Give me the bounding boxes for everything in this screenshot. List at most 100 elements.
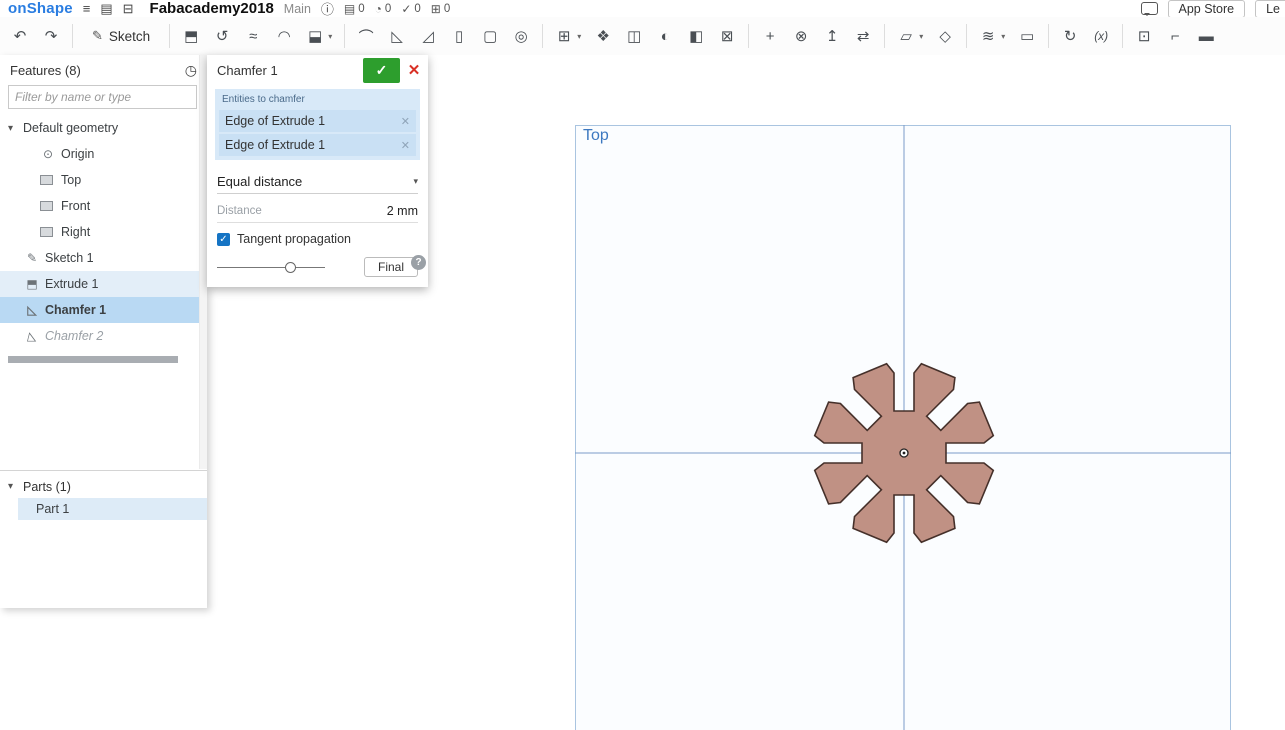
offset-surface-icon[interactable]: ▱ bbox=[892, 22, 920, 50]
tasks-count[interactable]: ✓ 0 bbox=[401, 2, 420, 16]
frame-icon[interactable]: ⊡ bbox=[1130, 22, 1158, 50]
chevron-down-icon[interactable]: ▾ bbox=[1001, 32, 1010, 41]
chevron-down-icon[interactable]: ▾ bbox=[577, 32, 586, 41]
sidebar-item-front-plane[interactable]: Front bbox=[0, 193, 207, 219]
sidebar-item-part1[interactable]: Part 1 bbox=[18, 498, 207, 520]
learning-center-button[interactable]: Le bbox=[1255, 0, 1285, 17]
boundary-surface-icon[interactable]: ◇ bbox=[931, 22, 959, 50]
draft-icon[interactable]: ◿ bbox=[414, 22, 442, 50]
documents-count[interactable]: ▤ 0 bbox=[344, 2, 365, 16]
final-button[interactable]: Final bbox=[363, 257, 418, 277]
mirror-icon[interactable]: ◫ bbox=[620, 22, 648, 50]
chamfer-icon[interactable]: ◺ bbox=[383, 22, 411, 50]
sidebar-item-origin[interactable]: ⊙ Origin bbox=[0, 141, 207, 167]
clock-icon: ◔ bbox=[374, 1, 382, 16]
tangent-label: Tangent propagation bbox=[237, 232, 351, 246]
remove-entity-icon[interactable]: ✕ bbox=[401, 139, 410, 152]
replace-face-icon[interactable]: ⇄ bbox=[849, 22, 877, 50]
tab-icon[interactable]: ⌐ bbox=[1161, 22, 1189, 50]
move-face-icon[interactable]: ↥ bbox=[818, 22, 846, 50]
tree-label: Origin bbox=[61, 147, 95, 161]
plane-icon bbox=[40, 175, 53, 185]
chevron-down-icon[interactable]: ▾ bbox=[328, 32, 337, 41]
variable-icon[interactable]: (x) bbox=[1087, 22, 1115, 50]
sidebar-item-chamfer2[interactable]: ◺ Chamfer 2 bbox=[0, 323, 207, 349]
chevron-down-icon[interactable]: ▾ bbox=[8, 123, 23, 134]
shell-icon[interactable]: ▢ bbox=[476, 22, 504, 50]
transform-icon[interactable]: + bbox=[756, 22, 784, 50]
sweep-icon[interactable]: ≈ bbox=[239, 22, 267, 50]
sidebar-item-top-plane[interactable]: Top bbox=[0, 167, 207, 193]
circular-pattern-icon[interactable]: ❖ bbox=[589, 22, 617, 50]
features-panel-header: Features (8) ◷ bbox=[0, 55, 207, 83]
chamfer-type-select[interactable]: Equal distance ▾ bbox=[217, 169, 418, 194]
help-icon[interactable]: ? bbox=[411, 255, 426, 270]
sidebar-item-default-geometry[interactable]: ▾ Default geometry bbox=[0, 115, 207, 141]
toolbar-separator bbox=[1048, 24, 1050, 48]
fillet-icon[interactable]: ⌒ bbox=[352, 22, 380, 50]
helix-icon[interactable]: ↻ bbox=[1056, 22, 1084, 50]
panel-scrollbar[interactable] bbox=[199, 55, 207, 469]
shares-count[interactable]: ⊞ 0 bbox=[431, 2, 450, 16]
app-store-button[interactable]: App Store bbox=[1167, 0, 1246, 17]
origin-icon: ⊙ bbox=[42, 147, 54, 161]
checkbox-checked-icon[interactable]: ✓ bbox=[217, 232, 230, 246]
entity-label: Edge of Extrude 1 bbox=[225, 114, 326, 128]
thicken-icon[interactable]: ⬓ bbox=[301, 22, 329, 50]
parts-title: Parts (1) bbox=[23, 479, 71, 494]
boolean-icon[interactable]: ◐ bbox=[651, 22, 679, 50]
revolve-icon[interactable]: ↺ bbox=[208, 22, 236, 50]
hole-icon[interactable]: ◎ bbox=[507, 22, 535, 50]
check-icon: ✓ bbox=[401, 1, 412, 16]
menu-icon[interactable]: ≡ bbox=[83, 1, 91, 16]
sketch-icon: ✎ bbox=[26, 251, 38, 265]
loft-icon[interactable]: ◠ bbox=[270, 22, 298, 50]
versions-icon[interactable]: ⊟ bbox=[123, 1, 134, 17]
distance-value[interactable]: 2 mm bbox=[387, 204, 418, 218]
distance-field[interactable]: Distance 2 mm bbox=[217, 200, 418, 223]
redo-button[interactable]: ↷ bbox=[37, 22, 65, 50]
document-title[interactable]: Fabacademy2018 bbox=[150, 0, 274, 17]
slab-icon[interactable]: ▬ bbox=[1192, 22, 1220, 50]
workspace-name[interactable]: Main bbox=[284, 2, 311, 16]
grid-icon: ⊞ bbox=[430, 1, 441, 16]
sketch-button[interactable]: ✎ Sketch bbox=[80, 28, 162, 44]
filter-input[interactable] bbox=[8, 85, 197, 109]
entity-item[interactable]: Edge of Extrude 1 ✕ bbox=[219, 110, 416, 132]
flatten-icon[interactable]: ▭ bbox=[1013, 22, 1041, 50]
cancel-button[interactable]: ✕ bbox=[400, 58, 428, 83]
preview-slider[interactable] bbox=[217, 261, 325, 273]
chamfer-feature-icon: ◺ bbox=[27, 303, 37, 317]
rib-icon[interactable]: ▯ bbox=[445, 22, 473, 50]
sheet-metal-icon[interactable]: ≋ bbox=[974, 22, 1002, 50]
onshape-logo[interactable]: onShape bbox=[8, 0, 73, 17]
linear-pattern-icon[interactable]: ⊞ bbox=[550, 22, 578, 50]
remove-entity-icon[interactable]: ✕ bbox=[401, 115, 410, 128]
undo-button[interactable]: ↶ bbox=[6, 22, 34, 50]
info-icon[interactable]: ⓘ bbox=[321, 0, 334, 17]
history-count[interactable]: ◔ 0 bbox=[375, 2, 392, 16]
confirm-button[interactable]: ✓ bbox=[363, 57, 400, 83]
split-icon[interactable]: ◧ bbox=[682, 22, 710, 50]
sidebar-item-extrude1[interactable]: ⬒ Extrude 1 bbox=[0, 271, 207, 297]
count-value: 0 bbox=[443, 2, 451, 15]
documents-icon[interactable]: ▤ bbox=[100, 1, 112, 17]
parts-header[interactable]: ▾ Parts (1) bbox=[0, 475, 207, 498]
tangent-propagation-option[interactable]: ✓ Tangent propagation bbox=[217, 232, 418, 246]
delete-face-icon[interactable]: ⊗ bbox=[787, 22, 815, 50]
sidebar-item-chamfer1[interactable]: ◺ Chamfer 1 bbox=[0, 297, 207, 323]
sidebar-item-right-plane[interactable]: Right bbox=[0, 219, 207, 245]
slider-handle[interactable] bbox=[285, 261, 296, 273]
chevron-down-icon[interactable]: ▾ bbox=[8, 481, 23, 492]
rollback-bar[interactable] bbox=[8, 356, 178, 363]
dialog-header[interactable]: Chamfer 1 ✓ ✕ bbox=[207, 55, 428, 85]
sidebar-item-sketch1[interactable]: ✎ Sketch 1 bbox=[0, 245, 207, 271]
delete-part-icon[interactable]: ⊠ bbox=[713, 22, 741, 50]
chat-icon[interactable] bbox=[1140, 2, 1158, 16]
entity-item[interactable]: Edge of Extrude 1 ✕ bbox=[219, 134, 416, 156]
entities-list[interactable]: Entities to chamfer Edge of Extrude 1 ✕ … bbox=[215, 89, 420, 160]
tree-label: Chamfer 2 bbox=[45, 329, 104, 343]
history-icon[interactable]: ◷ bbox=[185, 62, 197, 79]
chevron-down-icon[interactable]: ▾ bbox=[919, 32, 928, 41]
extrude-icon[interactable]: ⬒ bbox=[177, 22, 205, 50]
